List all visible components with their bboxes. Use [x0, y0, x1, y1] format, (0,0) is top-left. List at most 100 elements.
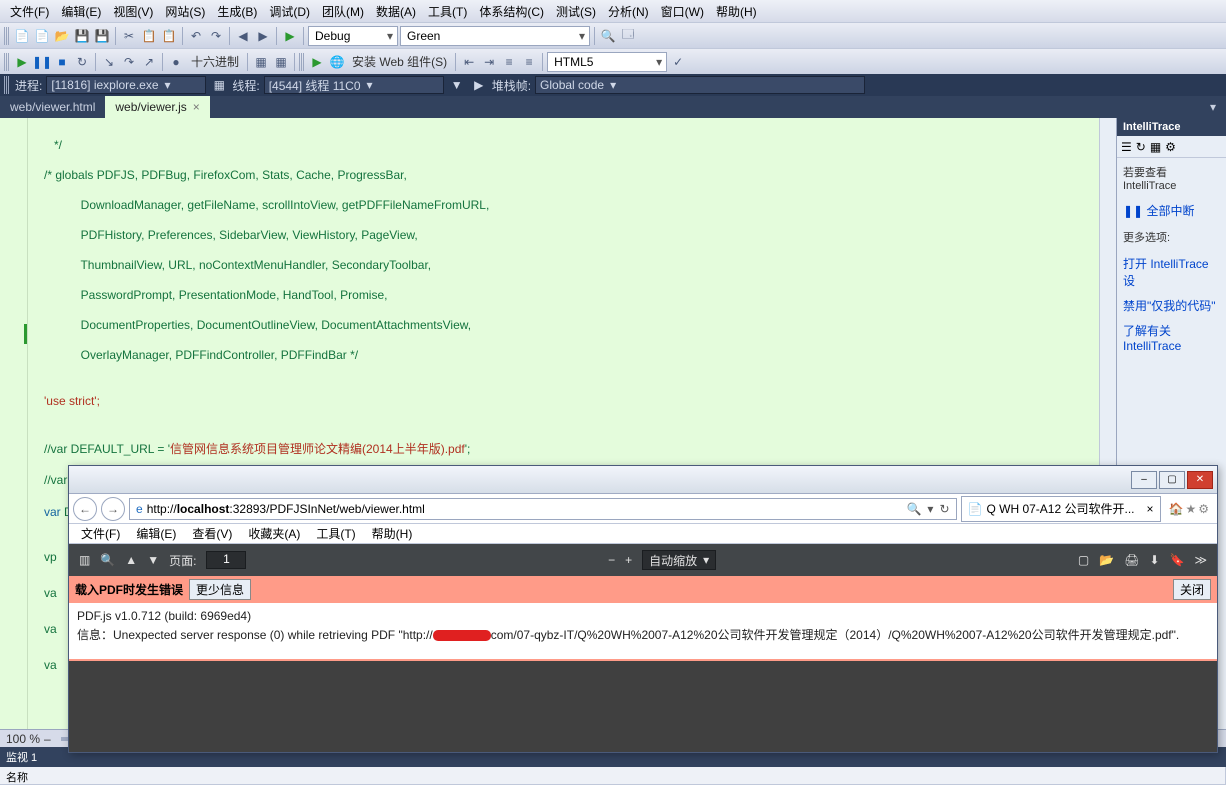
error-details[interactable]: PDF.js v1.0.712 (build: 6969ed4) 信息：Unex… [69, 603, 1217, 661]
tools-menu-icon[interactable]: ≫ [1194, 553, 1207, 567]
bmenu-view[interactable]: 查看(V) [184, 523, 240, 544]
pause-icon[interactable]: ❚❚ [33, 53, 51, 71]
process-dropdown[interactable]: [11816] iexplore.exe▾ [46, 76, 206, 94]
pdf-viewport[interactable] [69, 661, 1217, 752]
thread-icon[interactable]: ▦ [210, 76, 228, 94]
comment-icon[interactable]: ≡ [500, 53, 518, 71]
toolbar-grip[interactable] [299, 53, 304, 71]
tab-dropdown-icon[interactable]: ▾ [1200, 96, 1226, 118]
back-button[interactable]: ← [73, 497, 97, 521]
nav-back-icon[interactable]: ◀ [234, 27, 252, 45]
zoom-out-icon[interactable]: − [608, 553, 615, 567]
save-icon[interactable]: 💾 [73, 27, 91, 45]
bmenu-tools[interactable]: 工具(T) [308, 523, 363, 544]
search-icon[interactable]: 🔍 [906, 502, 921, 516]
menu-window[interactable]: 窗口(W) [655, 1, 710, 22]
step-over-icon[interactable]: ↷ [120, 53, 138, 71]
refresh-icon[interactable]: ↻ [939, 502, 949, 516]
minimize-button[interactable]: – [1131, 471, 1157, 489]
new-project-icon[interactable]: 📄 [13, 27, 31, 45]
menu-arch[interactable]: 体系结构(C) [473, 1, 550, 22]
bmenu-fav[interactable]: 收藏夹(A) [240, 523, 308, 544]
close-error-button[interactable]: 关闭 [1173, 579, 1211, 600]
tools-icon[interactable]: ⚙ [1198, 502, 1209, 516]
download-icon[interactable]: ⬇ [1149, 553, 1159, 567]
menu-test[interactable]: 测试(S) [550, 1, 602, 22]
menu-analyze[interactable]: 分析(N) [602, 1, 655, 22]
tab-viewer-js[interactable]: web/viewer.js× [105, 96, 209, 118]
window2-icon[interactable]: ▦ [272, 53, 290, 71]
print-icon[interactable]: 🖨 [1124, 553, 1139, 567]
stackframe-dropdown[interactable]: Global code▾ [535, 76, 865, 94]
bookmark-icon[interactable]: 🔖 [1170, 553, 1185, 567]
disable-jmc-link[interactable]: 禁用"仅我的代码" [1117, 293, 1226, 318]
watch-col-name[interactable]: 名称 [0, 767, 1226, 784]
favorites-icon[interactable]: ★ [1185, 502, 1196, 516]
refresh-icon[interactable]: ↻ [1136, 140, 1146, 154]
maximize-button[interactable]: ▢ [1159, 471, 1185, 489]
config-dropdown[interactable]: Debug▾ [308, 26, 398, 46]
save-all-icon[interactable]: 💾 [93, 27, 111, 45]
outdent-icon[interactable]: ⇤ [460, 53, 478, 71]
undo-icon[interactable]: ↶ [187, 27, 205, 45]
address-bar[interactable]: e http://localhost:32893/PDFJSInNet/web/… [129, 498, 957, 520]
bmenu-help[interactable]: 帮助(H) [364, 523, 421, 544]
continue-icon[interactable]: ▶ [13, 53, 31, 71]
toolbar-grip[interactable] [4, 76, 9, 94]
menu-team[interactable]: 团队(M) [316, 1, 370, 22]
install-web-label[interactable]: 安装 Web 组件(S) [348, 53, 451, 70]
hex-label[interactable]: 十六进制 [187, 53, 243, 70]
redo-icon[interactable]: ↷ [207, 27, 225, 45]
globe-icon[interactable]: 🌐 [328, 53, 346, 71]
copy-icon[interactable]: 📋 [140, 27, 158, 45]
restart-icon[interactable]: ↻ [73, 53, 91, 71]
validate-icon[interactable]: ✓ [669, 53, 687, 71]
platform-dropdown[interactable]: Green▾ [400, 26, 590, 46]
stop-icon[interactable]: ■ [53, 53, 71, 71]
menu-build[interactable]: 生成(B) [211, 1, 263, 22]
toolbar-grip[interactable] [4, 53, 9, 71]
toolbar-grip[interactable] [4, 27, 9, 45]
less-info-button[interactable]: 更少信息 [189, 579, 251, 600]
page-input[interactable]: 1 [206, 551, 246, 569]
add-item-icon[interactable]: 📄 [33, 27, 51, 45]
paste-icon[interactable]: 📋 [160, 27, 178, 45]
find-icon[interactable]: 🔍 [599, 27, 617, 45]
menu-edit[interactable]: 编辑(E) [55, 1, 107, 22]
window-icon[interactable]: ▦ [252, 53, 270, 71]
forward-button[interactable]: → [101, 497, 125, 521]
nav-fwd-icon[interactable]: ▶ [254, 27, 272, 45]
breakpoint-icon[interactable]: ● [167, 53, 185, 71]
page-icon[interactable]: ▦ [1150, 140, 1161, 154]
gear-icon[interactable]: ⚙ [1165, 140, 1176, 154]
learn-link[interactable]: 了解有关 IntelliTrace [1117, 318, 1226, 357]
thread-dropdown[interactable]: [4544] 线程 11C0▾ [264, 76, 444, 94]
zoom-in-icon[interactable]: + [625, 553, 632, 567]
break-all-link[interactable]: ❚❚ 全部中断 [1117, 198, 1226, 223]
menu-view[interactable]: 视图(V) [107, 1, 159, 22]
find-icon[interactable]: 🔍 [100, 553, 115, 567]
close-button[interactable]: ✕ [1187, 471, 1213, 489]
step-out-icon[interactable]: ↗ [140, 53, 158, 71]
open-file-icon[interactable]: 📂 [1099, 553, 1114, 567]
menu-tools[interactable]: 工具(T) [422, 1, 473, 22]
browser-tab[interactable]: 📄 Q WH 07-A12 公司软件开... × [961, 496, 1161, 522]
start-icon[interactable]: ▶ [281, 27, 299, 45]
menu-data[interactable]: 数据(A) [370, 1, 422, 22]
open-settings-link[interactable]: 打开 IntelliTrace 设 [1117, 251, 1226, 293]
flag-icon[interactable]: ▶ [470, 76, 488, 94]
open-icon[interactable]: 📂 [53, 27, 71, 45]
close-icon[interactable]: × [193, 100, 200, 114]
menu-debug[interactable]: 调试(D) [263, 1, 316, 22]
bmenu-file[interactable]: 文件(F) [73, 523, 128, 544]
indent-icon[interactable]: ⇥ [480, 53, 498, 71]
prev-page-icon[interactable]: ▲ [125, 553, 137, 567]
close-tab-icon[interactable]: × [1147, 502, 1154, 516]
home-icon[interactable]: 🏠 [1169, 502, 1184, 516]
browser-titlebar[interactable]: – ▢ ✕ [69, 466, 1217, 494]
doctype-dropdown[interactable]: HTML5▾ [547, 52, 667, 72]
sidebar-toggle-icon[interactable]: ▥ [79, 553, 90, 567]
play2-icon[interactable]: ▶ [308, 53, 326, 71]
next-page-icon[interactable]: ▼ [147, 553, 159, 567]
tab-viewer-html[interactable]: web/viewer.html [0, 96, 105, 118]
